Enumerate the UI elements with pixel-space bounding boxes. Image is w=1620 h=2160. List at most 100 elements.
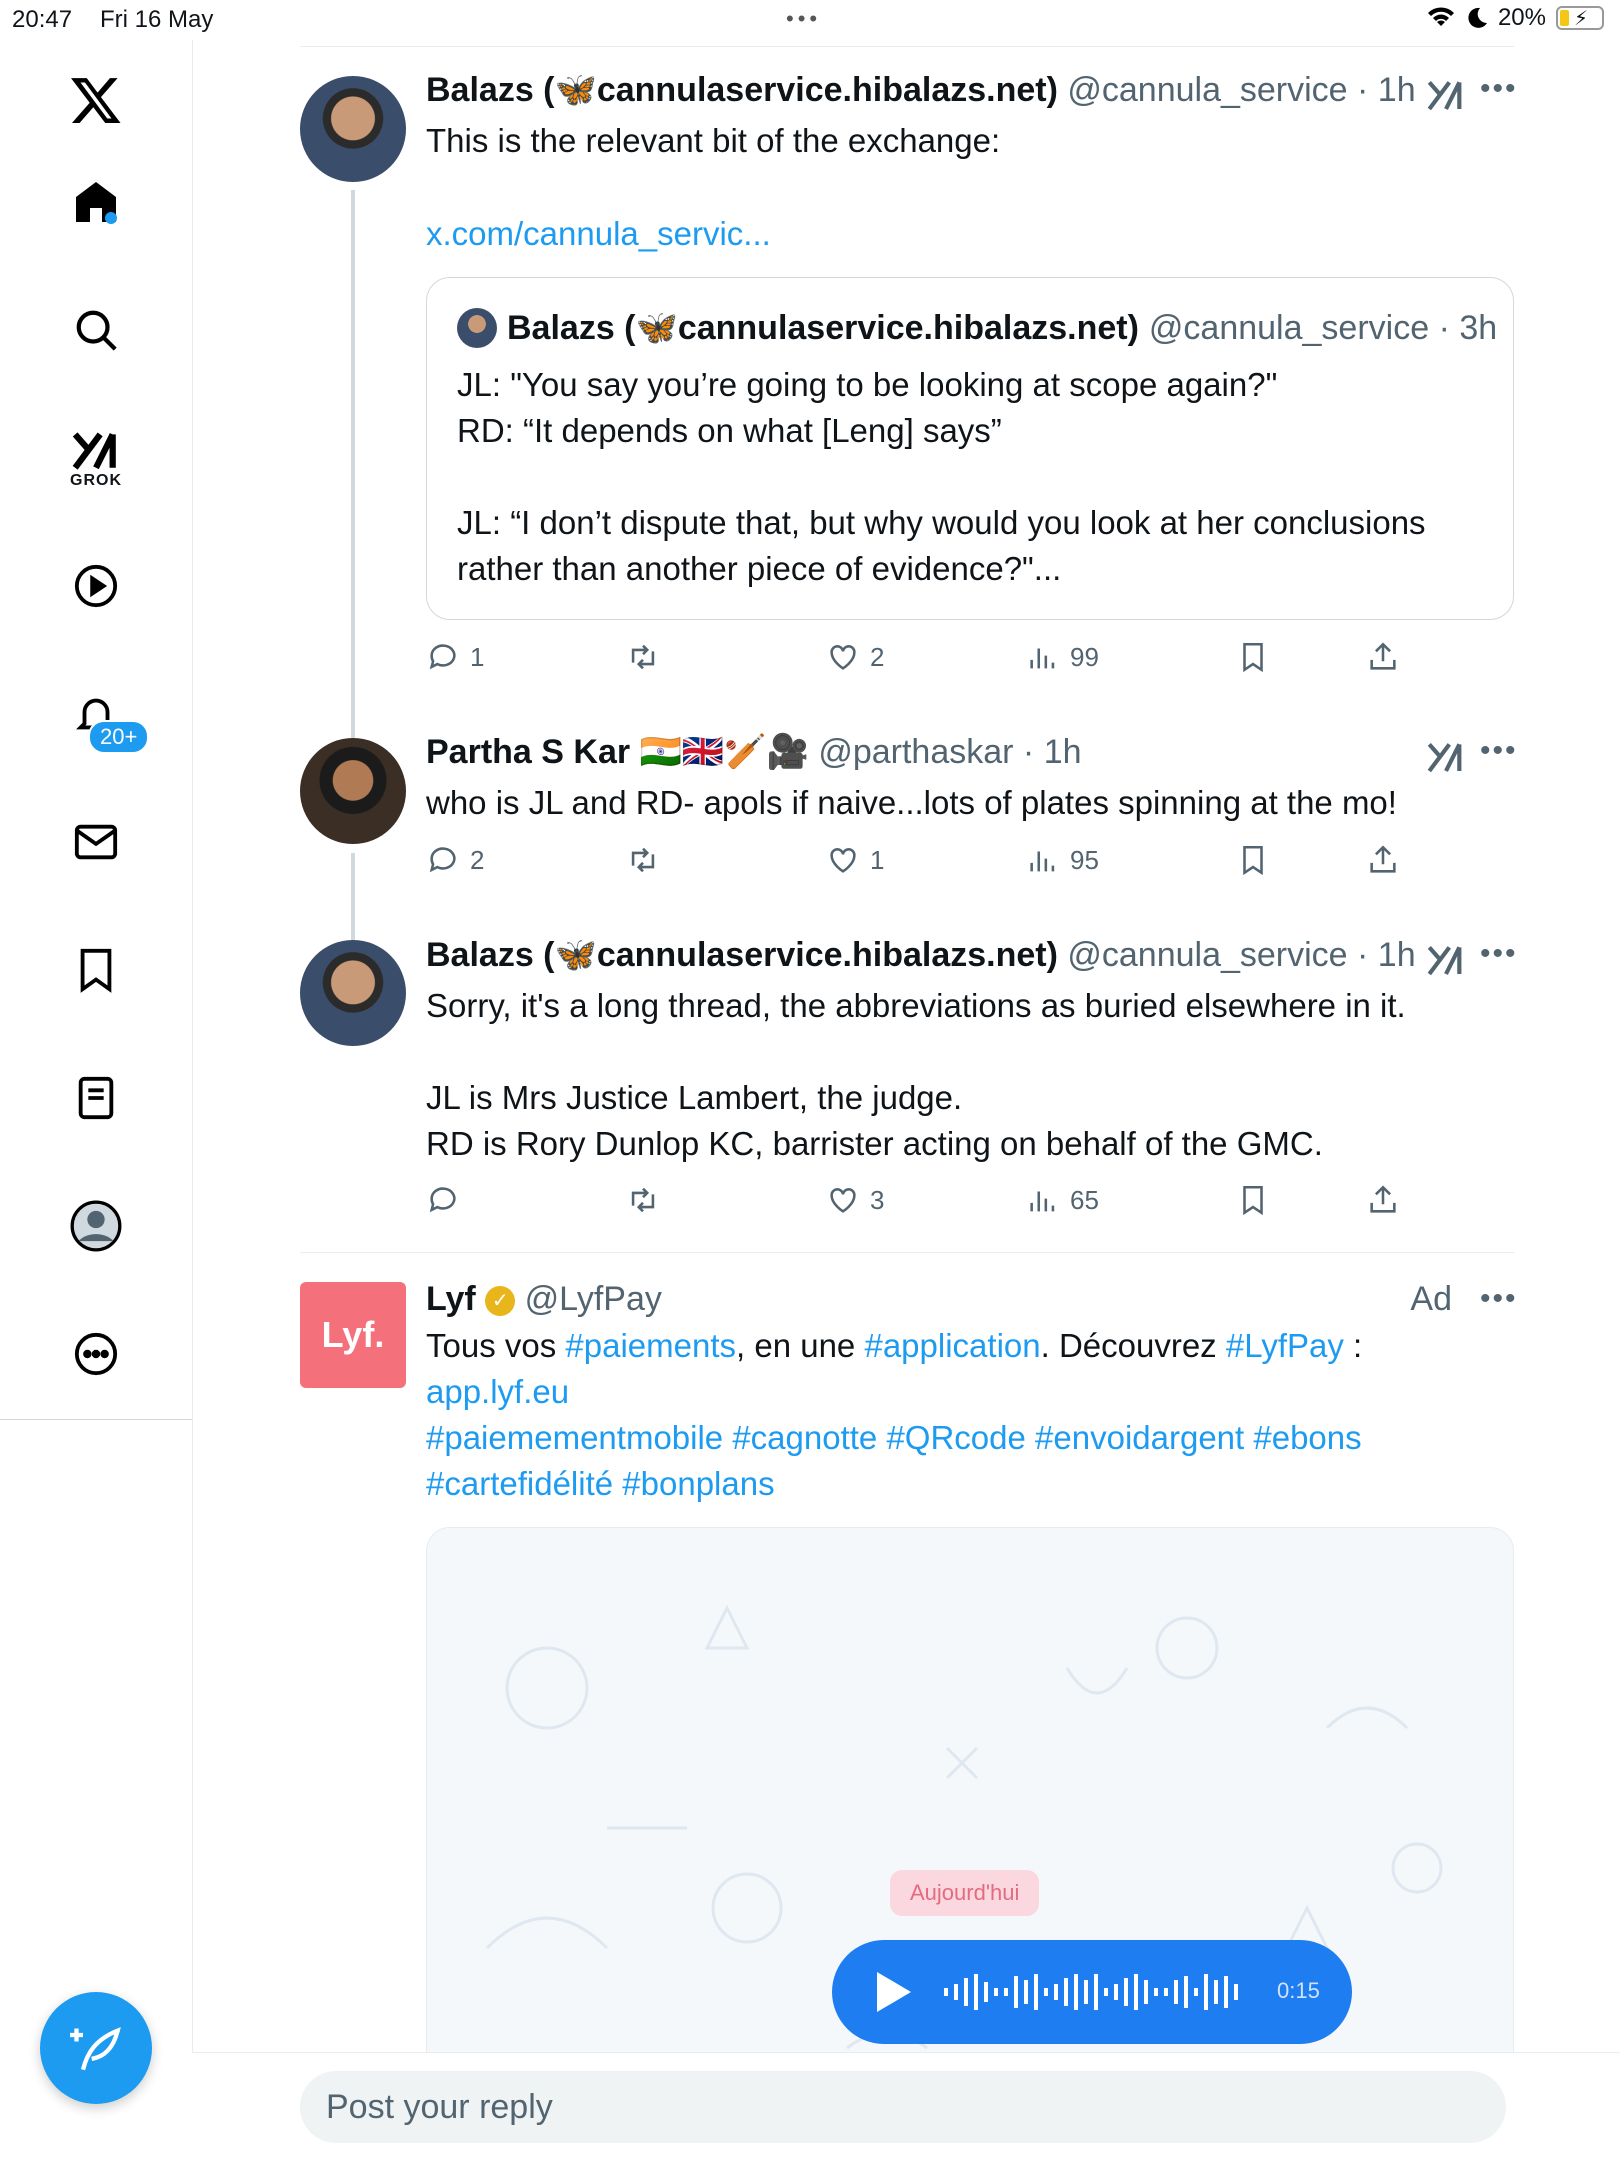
tweet-actions: 3 65: [426, 1183, 1426, 1223]
ad-text: Tous vos #paiements, en une #application…: [426, 1327, 1363, 1502]
sidebar-divider: [192, 40, 193, 2160]
profile-icon[interactable]: [56, 1186, 136, 1266]
views-icon: [1030, 648, 1055, 669]
views-count: 95: [1070, 844, 1099, 875]
views-icon: [1030, 1191, 1055, 1212]
repost-icon: [631, 847, 655, 873]
search-icon[interactable]: [56, 290, 136, 370]
waveform-icon: [944, 1974, 1238, 2010]
share-button[interactable]: [1366, 640, 1400, 674]
views-count: 99: [1070, 641, 1099, 672]
more-options-icon[interactable]: •••: [1480, 734, 1518, 768]
reply-button[interactable]: 1: [426, 640, 484, 674]
notifications-badge: 20+: [88, 720, 150, 754]
hashtag-link[interactable]: #LyfPay: [1226, 1327, 1344, 1364]
status-date: Fri 16 May: [100, 6, 214, 33]
quote-header: Balazs (🦋cannulaservice.hibalazs.net) @c…: [457, 308, 1497, 348]
share-button[interactable]: [1366, 843, 1400, 877]
video-icon[interactable]: [56, 546, 136, 626]
compose-button[interactable]: [40, 1992, 152, 2104]
lists-icon[interactable]: [56, 1058, 136, 1138]
quoted-tweet[interactable]: Balazs (🦋cannulaservice.hibalazs.net) @c…: [426, 277, 1514, 620]
hashtag-link[interactable]: #application: [864, 1327, 1040, 1364]
like-count: 2: [870, 641, 885, 672]
share-icon: [1370, 1185, 1396, 1213]
tweet-time[interactable]: 1h: [1378, 71, 1416, 109]
like-button[interactable]: 1: [826, 843, 884, 877]
reply-icon: [429, 847, 456, 873]
like-button[interactable]: 3: [826, 1183, 884, 1217]
tweet-header: Partha S Kar 🇮🇳🇬🇧🏏🎥 @parthaskar · 1h: [426, 733, 1082, 771]
more-icon[interactable]: [56, 1314, 136, 1394]
share-button[interactable]: [1366, 1183, 1400, 1217]
views-button[interactable]: 99: [1026, 640, 1099, 674]
author-name[interactable]: Partha S Kar 🇮🇳🇬🇧🏏🎥: [426, 733, 809, 771]
more-options-icon[interactable]: •••: [1480, 937, 1518, 971]
repost-button[interactable]: [626, 1183, 670, 1217]
bookmark-button[interactable]: [1236, 843, 1270, 877]
play-icon[interactable]: [877, 1972, 911, 2012]
home-icon[interactable]: [56, 162, 136, 242]
tweet-time[interactable]: 1h: [1044, 733, 1082, 771]
grok-icon[interactable]: [1426, 74, 1466, 114]
tweet-time[interactable]: 1h: [1378, 936, 1416, 974]
author-handle[interactable]: @cannula_service: [1067, 936, 1347, 974]
bookmark-button[interactable]: [1236, 640, 1270, 674]
hashtag-list[interactable]: #paiemementmobile #cagnotte #QRcode #env…: [426, 1419, 1362, 1456]
multitask-dots[interactable]: •••: [786, 6, 821, 32]
grok-icon[interactable]: GROK: [56, 418, 136, 498]
tweet-link[interactable]: x.com/cannula_servic...: [426, 211, 771, 257]
reply-input[interactable]: [300, 2071, 1506, 2143]
tweet-text: Sorry, it's a long thread, the abbreviat…: [426, 987, 1406, 1162]
share-icon: [1370, 642, 1396, 670]
heart-icon: [830, 1188, 856, 1213]
bookmark-icon: [1243, 1185, 1263, 1216]
author-handle[interactable]: @LyfPay: [525, 1280, 662, 1318]
sidebar: GROK 20+: [0, 40, 192, 1420]
tweet-divider: [300, 1252, 1514, 1253]
author-handle[interactable]: @parthaskar: [818, 733, 1013, 771]
author-name[interactable]: Balazs (🦋cannulaservice.hibalazs.net): [426, 936, 1058, 974]
ad-label: Ad: [1410, 1280, 1452, 1318]
ad-header: Lyf ✓ @LyfPay: [426, 1280, 662, 1319]
home-unread-dot: [105, 212, 117, 224]
grok-icon[interactable]: [1426, 736, 1466, 776]
verified-badge-icon: ✓: [485, 1286, 516, 1317]
grok-icon[interactable]: [1426, 939, 1466, 979]
repost-button[interactable]: [626, 640, 670, 674]
author-handle[interactable]: @cannula_service: [1067, 71, 1347, 109]
tweet-text: who is JL and RD- apols if naive...lots …: [426, 784, 1397, 821]
like-count: 3: [870, 1184, 885, 1215]
share-icon: [1370, 845, 1396, 873]
avatar[interactable]: [300, 940, 406, 1046]
tweet-actions: 2 1 95: [426, 843, 1426, 883]
repost-button[interactable]: [626, 843, 670, 877]
bookmark-button[interactable]: [1236, 1183, 1270, 1217]
more-options-icon[interactable]: •••: [1480, 1282, 1518, 1316]
quote-author-handle: @cannula_service: [1148, 308, 1430, 347]
bookmarks-icon[interactable]: [56, 930, 136, 1010]
author-name[interactable]: Lyf: [426, 1280, 476, 1318]
messages-icon[interactable]: [56, 802, 136, 882]
views-button[interactable]: 65: [1026, 1183, 1099, 1217]
more-options-icon[interactable]: •••: [1480, 72, 1518, 106]
reply-button[interactable]: 2: [426, 843, 484, 877]
avatar[interactable]: [300, 738, 406, 844]
author-name[interactable]: Balazs (🦋cannulaservice.hibalazs.net): [426, 71, 1058, 109]
hashtag-list[interactable]: #cartefidélité #bonplans: [426, 1465, 775, 1502]
like-button[interactable]: 2: [826, 640, 884, 674]
thread-line: [351, 190, 355, 765]
reply-button[interactable]: [426, 1183, 470, 1217]
lyf-logo[interactable]: Lyf.: [300, 1282, 406, 1388]
tweet-header: Balazs (🦋cannulaservice.hibalazs.net) @c…: [426, 936, 1416, 974]
audio-message[interactable]: 0:15: [832, 1940, 1352, 2044]
views-button[interactable]: 95: [1026, 843, 1099, 877]
avatar[interactable]: [300, 76, 406, 182]
moon-icon: [1468, 7, 1487, 28]
tweet-header: Balazs (🦋cannulaservice.hibalazs.net) @c…: [426, 71, 1416, 109]
ad-link[interactable]: app.lyf.eu: [426, 1373, 569, 1410]
x-logo-icon[interactable]: [56, 60, 136, 140]
ad-media[interactable]: Aujourd'hui 0:15: [426, 1527, 1514, 2127]
hashtag-link[interactable]: #paiements: [565, 1327, 736, 1364]
repost-icon: [631, 1187, 655, 1213]
